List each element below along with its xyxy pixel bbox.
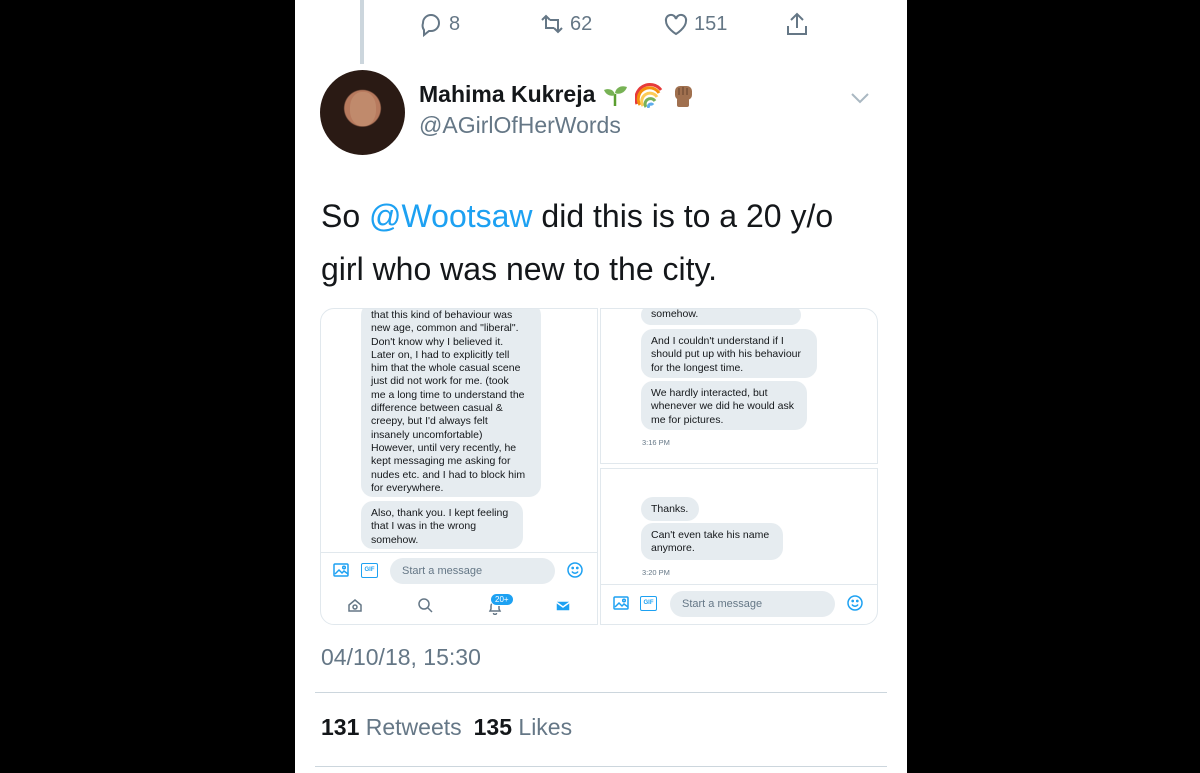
media-image-right-top[interactable]: somehow. And I couldn't understand if Is… bbox=[600, 308, 878, 464]
tweet-media-grid[interactable]: that this kind of behaviour was new age, … bbox=[320, 308, 882, 625]
bubble-line: Don't know why I believed it. bbox=[371, 335, 504, 348]
bubble-line: However, until very recently, he bbox=[371, 441, 517, 454]
dm-bubble-understand: And I couldn't understand if Ishould put… bbox=[641, 329, 817, 378]
tweet-header: Mahima Kukreja @AGirlOfHerWords bbox=[320, 70, 890, 160]
reply-count: 8 bbox=[449, 12, 461, 35]
bubble-line: Also, thank you. I kept feeling bbox=[371, 507, 509, 519]
tweet-text-prefix: So bbox=[321, 198, 370, 234]
dm-bubble-pictures: We hardly interacted, but whenever we did… bbox=[641, 381, 807, 430]
dm-bubble-name: Can't even take his name anymore. bbox=[641, 523, 783, 560]
retweets-count: 131 bbox=[321, 714, 360, 740]
message-composer[interactable]: Start a message bbox=[390, 558, 555, 584]
tweet-timestamp[interactable]: 04/10/18, 15:30 bbox=[321, 644, 481, 671]
media-image-left[interactable]: that this kind of behaviour was new age, … bbox=[320, 308, 598, 625]
emoji-icon[interactable] bbox=[847, 595, 863, 611]
bubble-line: kept messaging me asking for bbox=[371, 455, 511, 468]
divider bbox=[315, 766, 887, 767]
message-time: 3:20 PM bbox=[642, 568, 670, 577]
likes-label: Likes bbox=[518, 714, 573, 740]
share-icon bbox=[787, 12, 807, 35]
bubble-line: me for pictures. bbox=[651, 413, 724, 426]
bubble-line: Later on, I had to explicitly tell bbox=[371, 348, 510, 361]
mention-link[interactable]: @Wootsaw bbox=[369, 198, 533, 234]
home-icon[interactable] bbox=[347, 597, 363, 613]
dm-bubble-thanks: Also, thank you. I kept feeling that I wa… bbox=[361, 501, 523, 549]
likes-count: 135 bbox=[473, 714, 513, 740]
previous-tweet-actions: 8 62 151 bbox=[295, 8, 907, 40]
tweet-text: So @Wootsaw did this is to a 20 y/o girl… bbox=[321, 190, 881, 296]
tweet-stats: 131 Retweets 135 Likes bbox=[321, 714, 572, 741]
bubble-line: Can't even take his name bbox=[651, 529, 770, 541]
chevron-down-icon[interactable] bbox=[850, 88, 870, 108]
tweet-detail-page: 8 62 151 Mahima Kukreja @AGirlOfHerWords… bbox=[295, 0, 907, 773]
bubble-line: that I was in the wrong bbox=[371, 520, 477, 533]
bubble-line: nudes etc. and I had to block him bbox=[371, 468, 526, 481]
bubble-line: just did not work for me. (took bbox=[371, 375, 509, 388]
bubble-line: somehow. bbox=[371, 533, 419, 546]
bubble-line: difference between casual & bbox=[371, 402, 503, 415]
reply-icon bbox=[421, 14, 440, 38]
gif-icon[interactable]: GIF bbox=[361, 563, 378, 578]
bubble-line: him that the whole casual scene bbox=[371, 362, 521, 375]
retweet-count: 62 bbox=[570, 12, 593, 35]
messages-icon[interactable] bbox=[555, 598, 571, 614]
dm-bubble-thanks-short: Thanks. bbox=[641, 497, 699, 521]
retweets-label: Retweets bbox=[365, 714, 462, 740]
rainbow-icon bbox=[635, 83, 663, 108]
message-composer[interactable]: Start a message bbox=[670, 591, 835, 617]
heart-icon bbox=[664, 13, 688, 36]
bubble-line: insanely uncomfortable) bbox=[371, 428, 483, 441]
emoji-icon[interactable] bbox=[567, 562, 583, 578]
author-name-row[interactable]: Mahima Kukreja bbox=[419, 80, 697, 108]
image-icon[interactable] bbox=[333, 562, 349, 578]
bubble-line: anymore. bbox=[651, 542, 695, 555]
composer-divider bbox=[321, 552, 597, 553]
image-icon[interactable] bbox=[613, 595, 629, 611]
like-count: 151 bbox=[694, 12, 728, 35]
bubble-line: me a long time to understand the bbox=[371, 388, 525, 401]
search-icon[interactable] bbox=[417, 597, 433, 613]
bubble-line: that this kind of behaviour was bbox=[371, 309, 513, 321]
likes-stat[interactable]: 135 Likes bbox=[474, 714, 572, 741]
bubble-line: new age, common and "liberal". bbox=[371, 322, 519, 335]
seedling-icon bbox=[604, 86, 628, 106]
author-name: Mahima Kukreja bbox=[419, 80, 596, 107]
media-image-right-bottom[interactable]: Thanks. Can't even take his name anymore.… bbox=[600, 468, 878, 625]
retweet-icon bbox=[541, 14, 563, 34]
bubble-line: for the longest time. bbox=[651, 361, 744, 374]
raised-fist-icon bbox=[675, 86, 693, 107]
share-action[interactable] bbox=[783, 10, 811, 38]
gif-icon[interactable]: GIF bbox=[640, 596, 657, 611]
composer-divider bbox=[601, 584, 877, 585]
message-time: 3:16 PM bbox=[642, 438, 670, 447]
avatar[interactable] bbox=[320, 70, 405, 155]
dm-bubble-somehow: somehow. bbox=[641, 309, 801, 325]
retweets-stat[interactable]: 131 Retweets bbox=[321, 714, 462, 741]
bubble-line: And I couldn't understand if I bbox=[651, 335, 784, 347]
retweet-action[interactable]: 62 bbox=[538, 10, 592, 38]
divider bbox=[315, 692, 887, 693]
author-handle[interactable]: @AGirlOfHerWords bbox=[419, 112, 621, 139]
bubble-line: creepy, but I'd always felt bbox=[371, 415, 488, 428]
like-action[interactable]: 151 bbox=[662, 10, 727, 38]
dm-bubble-long: that this kind of behaviour was new age, … bbox=[361, 309, 541, 497]
reply-action[interactable]: 8 bbox=[417, 10, 460, 38]
bubble-line: whenever we did he would ask bbox=[651, 400, 795, 413]
notification-badge: 20+ bbox=[490, 593, 514, 606]
bubble-line: We hardly interacted, but bbox=[651, 387, 768, 399]
bubble-line: should put up with his behaviour bbox=[651, 348, 802, 361]
bubble-line: for everywhere. bbox=[371, 481, 444, 494]
